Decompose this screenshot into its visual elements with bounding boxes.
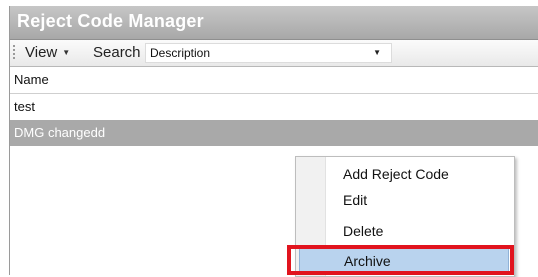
menu-item-delete[interactable]: Delete bbox=[299, 219, 509, 244]
search-label: Search bbox=[93, 44, 141, 61]
table-row[interactable]: test bbox=[10, 94, 538, 120]
window-title: Reject Code Manager bbox=[17, 11, 204, 31]
menu-item-edit[interactable]: Edit bbox=[299, 188, 509, 213]
table-row-selected[interactable]: DMG changedd bbox=[10, 120, 538, 146]
search-field-value: Description bbox=[150, 46, 211, 60]
view-dropdown-button[interactable]: View ▼ bbox=[21, 42, 74, 64]
menu-item-label: Add Reject Code bbox=[343, 166, 449, 182]
reject-code-grid: Name test DMG changedd bbox=[10, 67, 538, 146]
toolbar-grip-icon[interactable] bbox=[13, 45, 16, 61]
caret-down-icon: ▼ bbox=[62, 48, 71, 57]
search-field-select[interactable]: Description ▼ bbox=[145, 43, 392, 63]
context-menu: Add Reject Code Edit Delete Archive bbox=[295, 156, 515, 277]
menu-item-label: Delete bbox=[343, 223, 384, 239]
menu-item-label: Edit bbox=[343, 192, 368, 208]
toolbar: View ▼ Search Description ▼ bbox=[10, 40, 538, 67]
menu-item-add-reject-code[interactable]: Add Reject Code bbox=[299, 162, 509, 187]
title-bar: Reject Code Manager bbox=[10, 6, 538, 40]
dropdown-arrow-icon: ▼ bbox=[373, 48, 381, 57]
view-label: View bbox=[25, 44, 58, 61]
menu-item-label: Archive bbox=[344, 253, 391, 269]
column-header-name[interactable]: Name bbox=[10, 67, 538, 94]
menu-item-archive[interactable]: Archive bbox=[299, 248, 509, 273]
